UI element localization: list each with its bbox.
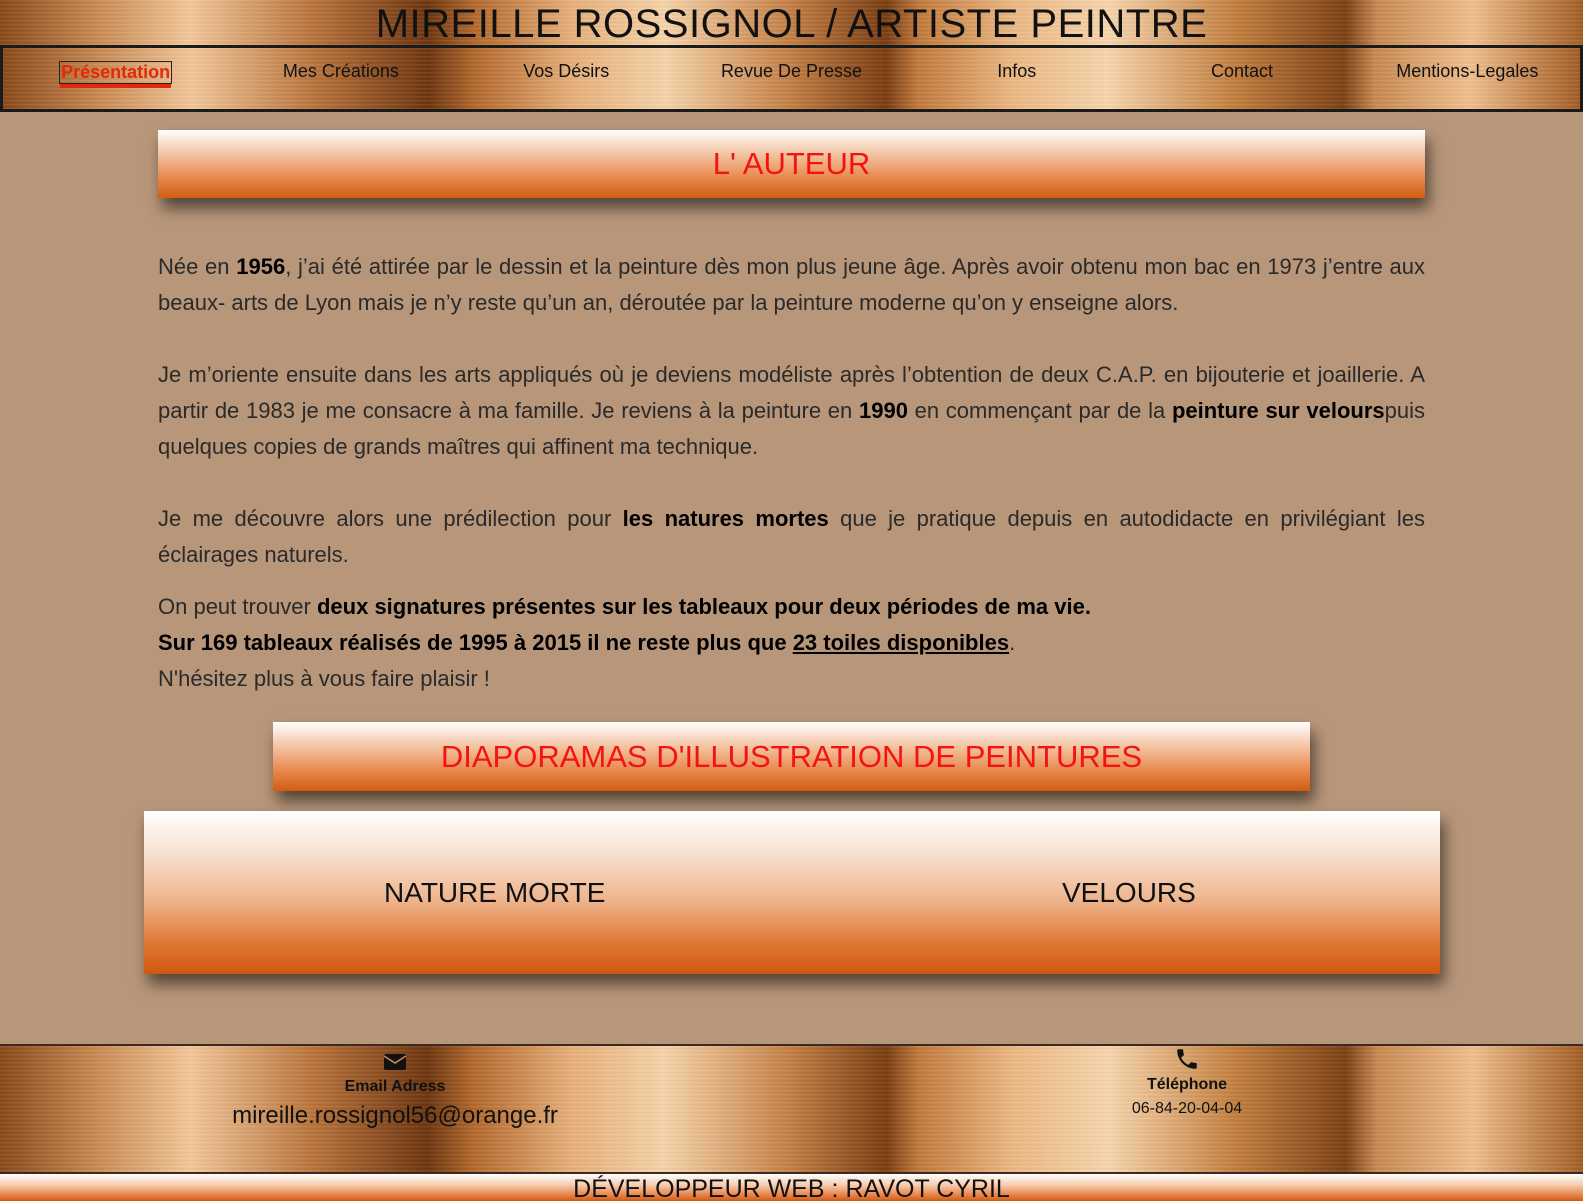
phone-icon [1177, 1049, 1197, 1069]
bold-text: 1956 [236, 254, 286, 279]
site-footer: Email Adress mireille.rossignol56@orange… [0, 1044, 1583, 1172]
auteur-heading: L' AUTEUR [158, 130, 1425, 198]
nav-item-mes-creations[interactable]: Mes Créations [228, 48, 453, 109]
bold-text: deux signatures présentes sur les tablea… [316, 594, 1091, 619]
slideshow-nature-morte[interactable]: NATURE MORTE [384, 877, 605, 909]
text: On peut trouver [158, 594, 317, 619]
slideshow-velours[interactable]: VELOURS [1062, 877, 1196, 909]
diaporamas-heading: DIAPORAMAS D'ILLUSTRATION DE PEINTURES [273, 722, 1310, 791]
nav-label: Infos [997, 61, 1037, 81]
phone-value: 06-84-20-04-04 [1131, 1100, 1243, 1117]
nav-item-contact[interactable]: Contact [1129, 48, 1354, 109]
text: . [1009, 630, 1016, 655]
text: Née en [158, 254, 237, 279]
main-nav: Présentation Mes Créations Vos Désirs Re… [0, 48, 1583, 112]
nav-label: Présentation [59, 61, 173, 84]
site-title: MIREILLE ROSSIGNOL / ARTISTE PEINTRE [375, 2, 1208, 46]
phone-block: Téléphone 06-84-20-04-04 [1087, 1046, 1287, 1118]
text: , j’ai été attirée par le dessin et la p… [158, 254, 1425, 315]
nav-item-infos[interactable]: Infos [904, 48, 1129, 109]
nav-label: Mentions-Legales [1396, 61, 1539, 81]
nav-item-vos-desirs[interactable]: Vos Désirs [454, 48, 679, 109]
nav-label: Mes Créations [282, 61, 399, 81]
paragraph-signatures: On peut trouver deux signatures présente… [158, 589, 1425, 697]
nav-label: Contact [1211, 61, 1274, 81]
developer-credit: DÉVELOPPEUR WEB : RAVOT CYRIL [0, 1172, 1583, 1201]
slideshow-panel: NATURE MORTE VELOURS [144, 811, 1440, 974]
email-label: Email Adress [344, 1078, 446, 1095]
bold-text: 1990 [858, 398, 908, 423]
nav-item-presentation[interactable]: Présentation [3, 48, 228, 109]
text: en commençant par de la [907, 398, 1172, 423]
auteur-text: Née en 1956, j’ai été attirée par le des… [158, 249, 1425, 733]
email-block: Email Adress mireille.rossignol56@orange… [195, 1046, 595, 1130]
bold-text: les natures mortes [622, 506, 829, 531]
available-paintings-link[interactable]: 23 toiles disponibles [793, 630, 1009, 655]
bold-text: peinture sur velours [1171, 398, 1385, 423]
email-value[interactable]: mireille.rossignol56@orange.fr [195, 1102, 595, 1130]
site-header: MIREILLE ROSSIGNOL / ARTISTE PEINTRE [0, 0, 1583, 48]
envelope-icon [383, 1054, 407, 1070]
nav-item-mentions-legales[interactable]: Mentions-Legales [1355, 48, 1580, 109]
text: Je me découvre alors une prédilection po… [158, 506, 623, 531]
bold-text: Sur 169 tableaux réalisés de 1995 à 2015… [158, 630, 793, 655]
nav-label: Vos Désirs [523, 61, 610, 81]
paragraph-career: Je m’oriente ensuite dans les arts appli… [158, 357, 1425, 465]
nav-item-revue-de-presse[interactable]: Revue De Presse [679, 48, 904, 109]
text: N'hésitez plus à vous faire plaisir ! [158, 666, 490, 691]
paragraph-natures-mortes: Je me découvre alors une prédilection po… [158, 501, 1425, 573]
paragraph-birth: Née en 1956, j’ai été attirée par le des… [158, 249, 1425, 321]
phone-label: Téléphone [1146, 1076, 1227, 1093]
nav-label: Revue De Presse [720, 61, 863, 81]
